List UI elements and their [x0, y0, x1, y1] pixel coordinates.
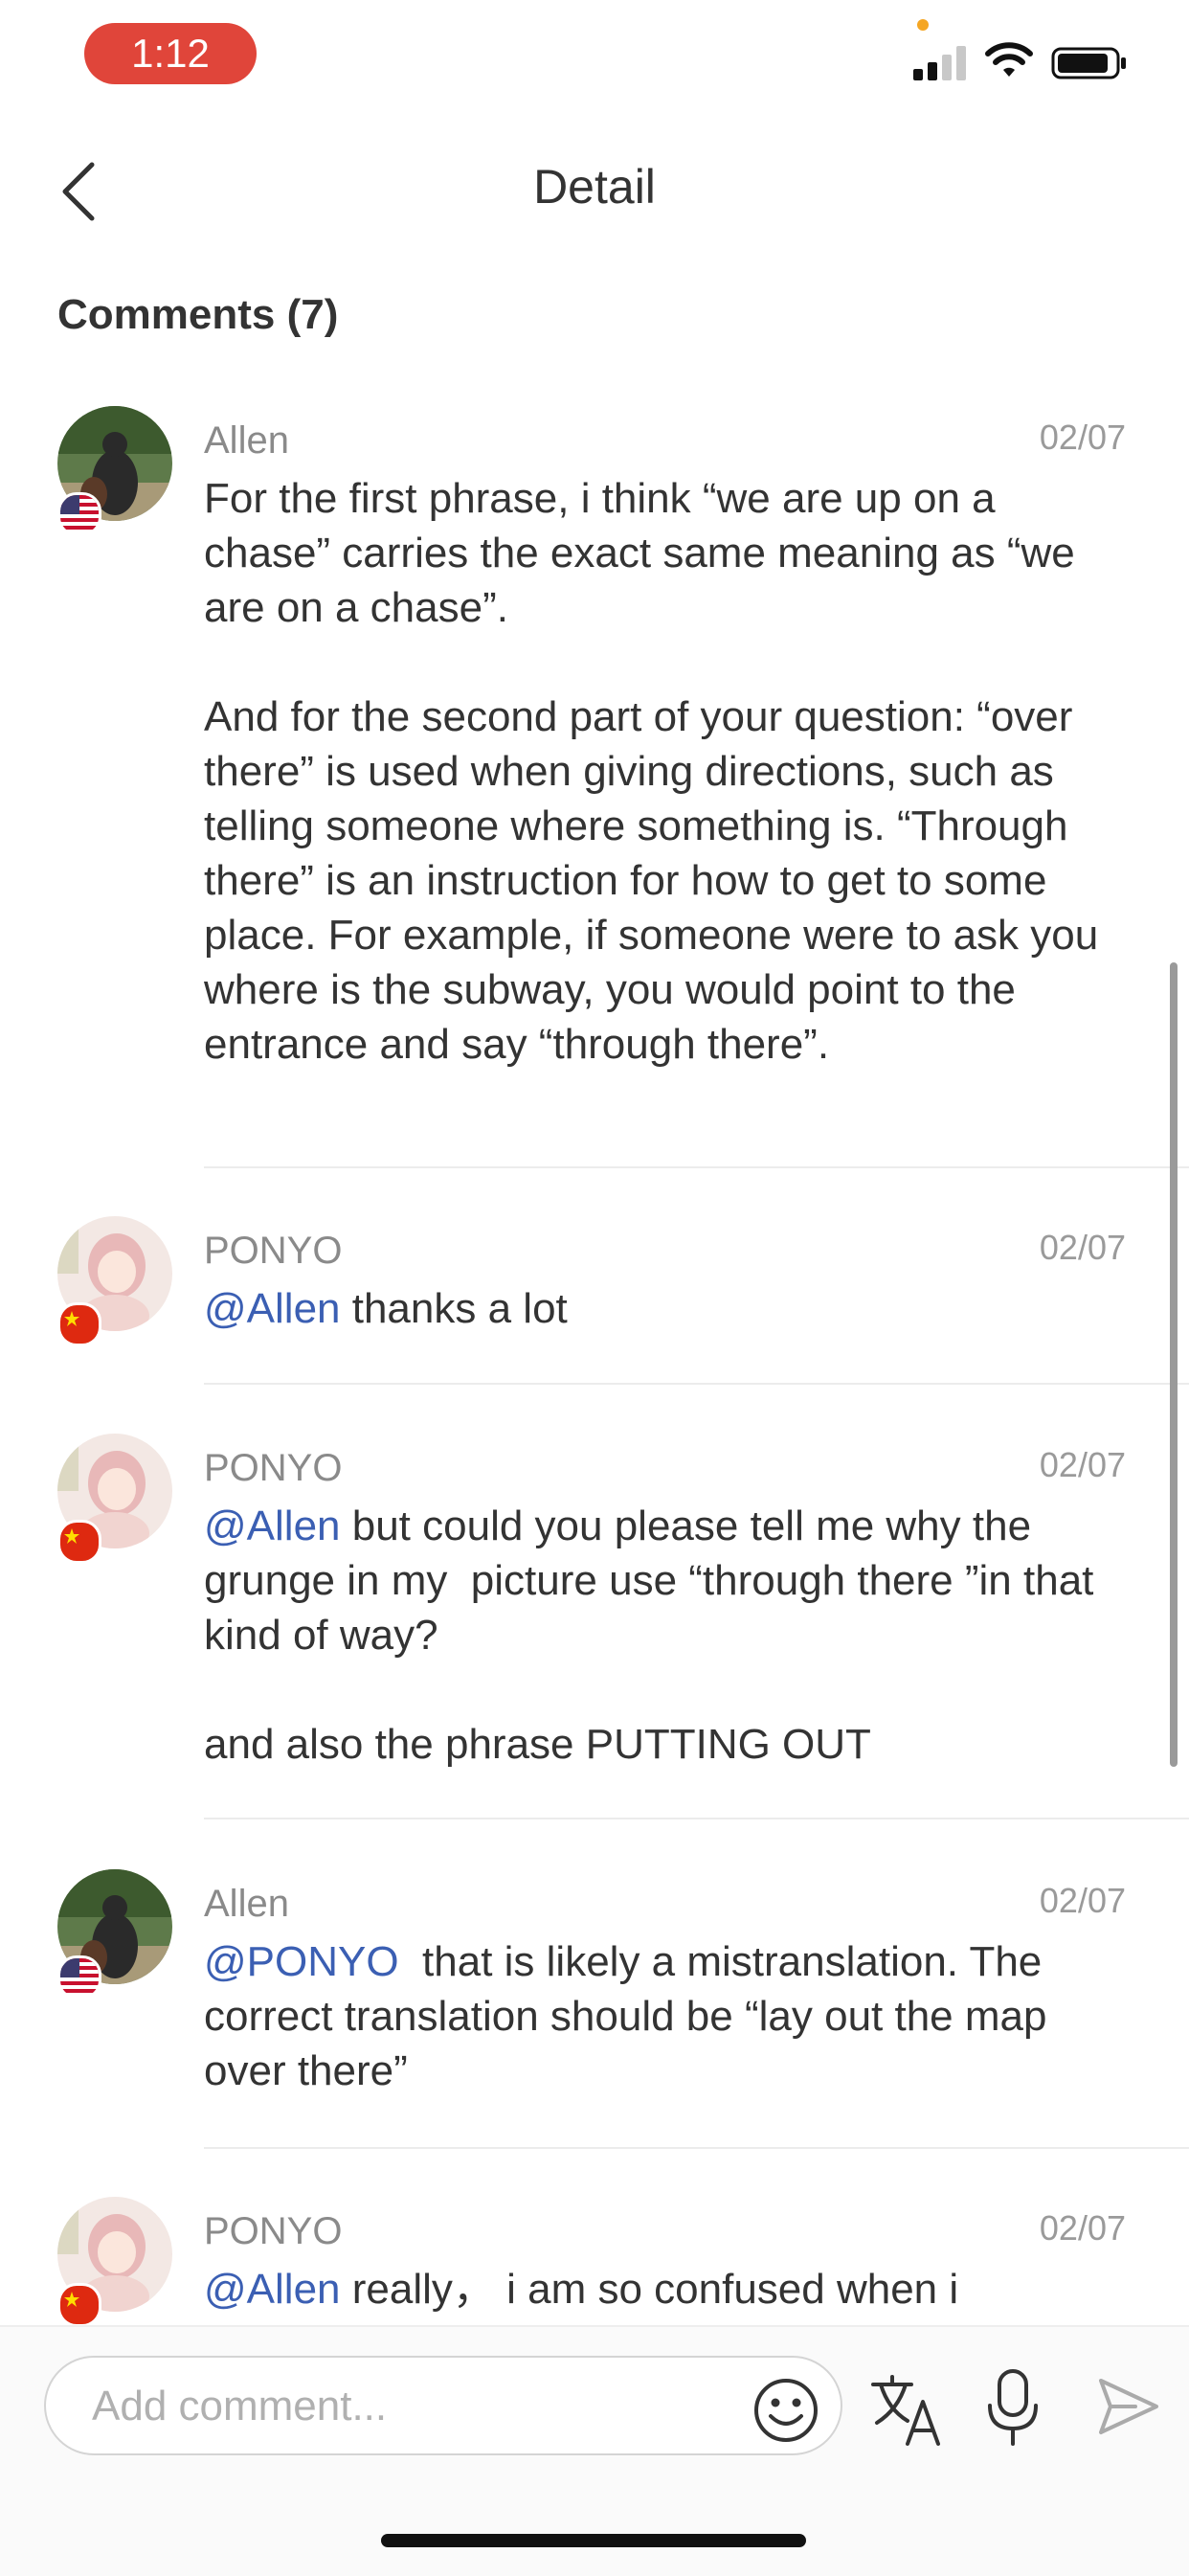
wifi-icon — [985, 42, 1033, 77]
translate-icon[interactable] — [869, 2371, 946, 2448]
avatar[interactable] — [57, 406, 172, 536]
comment-date: 02/07 — [1039, 1881, 1126, 1920]
cellular-signal-icon — [913, 46, 966, 80]
comment-divider — [204, 2147, 1189, 2149]
comment-author[interactable]: Allen — [204, 419, 289, 463]
comment-author[interactable]: PONYO — [204, 1230, 342, 1273]
comment-divider — [204, 1166, 1189, 1168]
battery-icon — [1051, 47, 1126, 79]
cn-flag-icon — [57, 1302, 101, 1346]
smiley-icon[interactable] — [752, 2377, 819, 2444]
comment-text: @Allen really， i am so confused when i — [204, 2262, 1133, 2316]
comment-author[interactable]: PONYO — [204, 2210, 342, 2253]
comment-text: @PONYO that is likely a mistranslation. … — [204, 1934, 1133, 2098]
mention-link[interactable]: @PONYO — [204, 1938, 399, 1985]
comment-item: PONYO 02/07 @Allen but could you please … — [0, 1434, 1189, 1819]
us-flag-icon — [57, 492, 101, 536]
comment-item: Allen 02/07 @PONYO that is likely a mist… — [0, 1869, 1189, 2149]
comment-date: 02/07 — [1039, 1228, 1126, 1267]
comment-author[interactable]: Allen — [204, 1883, 289, 1926]
cn-flag-icon — [57, 2283, 101, 2325]
comment-body: really， i am so confused when i — [340, 2266, 959, 2313]
comment-date: 02/07 — [1039, 2208, 1126, 2248]
page-title: Detail — [533, 160, 656, 214]
us-flag-icon — [57, 1955, 101, 2000]
comment-input-box[interactable] — [44, 2356, 842, 2455]
cn-flag-icon — [57, 1520, 101, 1564]
comment-item: PONYO 02/07 @Allen really， i am so confu… — [0, 2197, 1189, 2325]
home-indicator[interactable] — [381, 2534, 806, 2547]
comments-heading: Comments (7) — [57, 291, 339, 338]
comment-date: 02/07 — [1039, 418, 1126, 457]
status-bar: 1:12 — [0, 0, 1189, 124]
mention-link[interactable]: @Allen — [204, 2266, 341, 2313]
mention-link[interactable]: @Allen — [204, 1503, 341, 1549]
comment-text: @Allen thanks a lot — [204, 1281, 1133, 1336]
avatar[interactable] — [57, 1216, 172, 1346]
avatar[interactable] — [57, 1434, 172, 1564]
comment-item: Allen 02/07 For the first phrase, i thin… — [0, 406, 1189, 1168]
comment-composer — [0, 2325, 1189, 2576]
comment-date: 02/07 — [1039, 1445, 1126, 1484]
nav-header: Detail — [0, 134, 1189, 249]
microphone-icon[interactable] — [982, 2367, 1043, 2448]
mention-link[interactable]: @Allen — [204, 1285, 341, 1332]
privacy-indicator-dot — [917, 19, 929, 31]
status-time: 1:12 — [84, 23, 257, 84]
send-icon[interactable] — [1097, 2375, 1160, 2438]
avatar[interactable] — [57, 2197, 172, 2325]
comment-divider — [204, 1818, 1189, 1819]
comment-text: For the first phrase, i think “we are up… — [204, 475, 1099, 1068]
comment-input[interactable] — [90, 2379, 745, 2434]
avatar[interactable] — [57, 1869, 172, 2000]
comment-body: thanks a lot — [340, 1285, 568, 1332]
comment-item: PONYO 02/07 @Allen thanks a lot — [0, 1216, 1189, 1385]
comment-divider — [204, 1383, 1189, 1385]
scrollbar[interactable] — [1170, 962, 1178, 1767]
comment-author[interactable]: PONYO — [204, 1447, 342, 1490]
comment-text: @Allen but could you please tell me why … — [204, 1499, 1133, 1772]
